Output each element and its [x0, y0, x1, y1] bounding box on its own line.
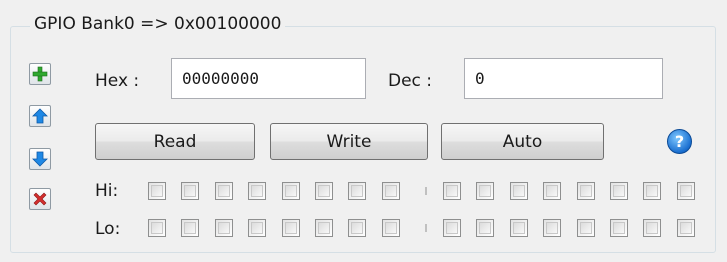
- delete-icon: [33, 192, 47, 206]
- lo-bit-checkbox-14[interactable]: [181, 219, 200, 237]
- arrow-up-icon: [32, 108, 48, 124]
- group-title: GPIO Bank0 => 0x00100000: [30, 13, 286, 35]
- hi-bit-checkbox-0[interactable]: [676, 182, 695, 200]
- arrow-down-icon: [32, 151, 48, 167]
- lo-bit-checkbox-6[interactable]: [476, 219, 495, 237]
- help-button[interactable]: ?: [667, 129, 692, 154]
- hi-bit-checkbox-4[interactable]: [543, 182, 562, 200]
- hi-bit-checkbox-10[interactable]: [315, 182, 333, 200]
- lo-bit-checkbox-2[interactable]: [610, 219, 628, 237]
- lo-bit-checkbox-5[interactable]: [509, 219, 528, 237]
- hi-bit-checkbox-15[interactable]: [148, 182, 166, 200]
- lo-bit-checkbox-9[interactable]: [348, 219, 367, 237]
- dec-label: Dec :: [388, 71, 433, 91]
- hi-bit-checkbox-13[interactable]: [214, 182, 233, 200]
- hi-bit-checkbox-7[interactable]: [443, 182, 461, 200]
- lo-bit-checkbox-8[interactable]: [381, 219, 400, 237]
- lo-bit-checkbox-10[interactable]: [315, 219, 333, 237]
- hex-label: Hex :: [95, 71, 140, 91]
- lo-bit-checkbox-11[interactable]: [281, 219, 300, 237]
- delete-button[interactable]: [29, 188, 51, 210]
- lo-bit-checkbox-13[interactable]: [214, 219, 233, 237]
- lo-bit-checkbox-7[interactable]: [443, 219, 461, 237]
- lo-bit-checkbox-0[interactable]: [676, 219, 695, 237]
- read-button[interactable]: Read: [95, 123, 255, 160]
- hi-bit-checkbox-8[interactable]: [381, 182, 400, 200]
- plus-icon: [32, 66, 48, 82]
- dec-input[interactable]: [464, 58, 663, 99]
- hi-bit-checkbox-1[interactable]: [643, 182, 662, 200]
- lo-bit-checkbox-3[interactable]: [576, 219, 595, 237]
- move-down-button[interactable]: [29, 148, 51, 170]
- hex-input[interactable]: [171, 58, 366, 99]
- write-button[interactable]: Write: [270, 123, 428, 160]
- move-up-button[interactable]: [29, 105, 51, 127]
- lo-bit-checkbox-4[interactable]: [543, 219, 562, 237]
- hi-bit-checkbox-14[interactable]: [181, 182, 200, 200]
- hi-bit-checkbox-3[interactable]: [576, 182, 595, 200]
- hi-bit-checkbox-9[interactable]: [348, 182, 367, 200]
- hi-bit-checkbox-12[interactable]: [248, 182, 267, 200]
- nibble-separator: [425, 187, 427, 195]
- help-icon: ?: [674, 132, 685, 151]
- hi-bit-checkbox-11[interactable]: [281, 182, 300, 200]
- hi-bit-checkbox-6[interactable]: [476, 182, 495, 200]
- lo-label: Lo:: [95, 219, 121, 239]
- auto-button[interactable]: Auto: [441, 123, 604, 160]
- hi-bit-checkbox-2[interactable]: [610, 182, 628, 200]
- lo-bit-checkbox-12[interactable]: [248, 219, 267, 237]
- hi-bit-checkbox-5[interactable]: [509, 182, 528, 200]
- lo-bit-checkbox-1[interactable]: [643, 219, 662, 237]
- lo-bit-checkbox-15[interactable]: [148, 219, 166, 237]
- nibble-separator: [425, 224, 427, 232]
- add-button[interactable]: [29, 63, 51, 85]
- hi-label: Hi:: [95, 181, 119, 201]
